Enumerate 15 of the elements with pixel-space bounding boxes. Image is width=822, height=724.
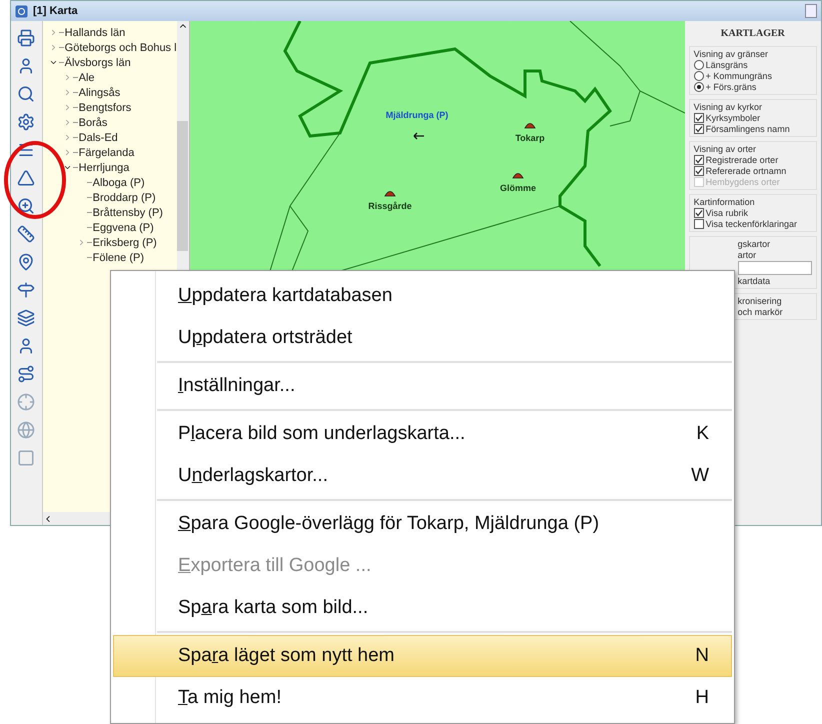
place-label: Rissgårde	[368, 201, 412, 211]
panel-title: KARTLAGER	[720, 27, 786, 41]
window-title: [1] Karta	[33, 5, 78, 17]
option-label: kartdata	[738, 276, 772, 286]
group-label: Visning av gränser	[694, 49, 770, 59]
option-label: och markör	[738, 307, 784, 317]
option-label: artor	[738, 250, 758, 260]
place-label: Tokarp	[514, 133, 544, 143]
group-label: Visning av orter	[694, 144, 758, 154]
group-label: Visning av kyrkor	[694, 102, 764, 112]
group-label: Kartinformation	[694, 197, 756, 207]
place-label: Mjäldrunga (P)	[385, 110, 448, 120]
group-label: kronisering	[738, 296, 783, 306]
place-label: Glömme	[500, 183, 536, 193]
group-label: gskartor	[738, 239, 772, 249]
